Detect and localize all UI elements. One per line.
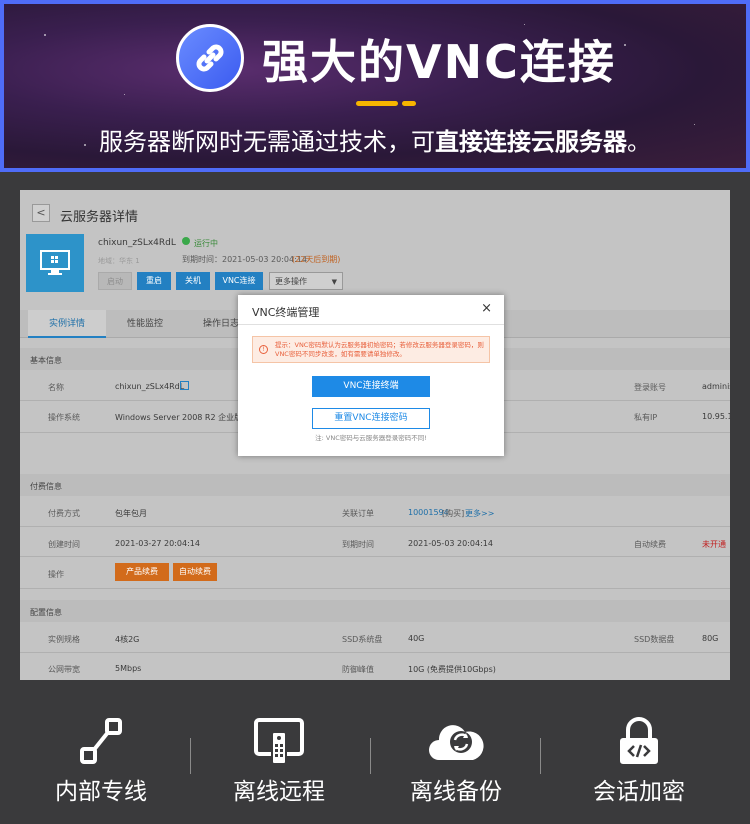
name-value: chixun_zSLx4RdL xyxy=(115,382,185,391)
vnc-button[interactable]: VNC连接 xyxy=(215,272,263,290)
op-label: 操作 xyxy=(48,570,64,579)
vnc-connect-button[interactable]: VNC连接终端 xyxy=(312,376,430,397)
monitor-icon xyxy=(26,234,84,292)
defense-value: 10G (免费提供10Gbps) xyxy=(408,665,496,674)
edit-icon[interactable] xyxy=(180,381,189,390)
auto-renew-status: 未开通 xyxy=(702,540,726,549)
renew-button[interactable]: 产品续费 xyxy=(115,563,169,581)
ip-label: 私有IP xyxy=(634,413,658,422)
chevron-down-icon: ▼ xyxy=(331,278,337,286)
banner-title: 强大的VNC连接 xyxy=(262,35,616,89)
reset-vnc-password-button[interactable]: 重置VNC连接密码 xyxy=(312,408,430,429)
expire-label: 到期时间 xyxy=(342,540,374,549)
remote-icon xyxy=(254,716,304,766)
restart-button[interactable]: 重启 xyxy=(137,272,171,290)
page-title: 云服务器详情 xyxy=(60,210,139,225)
tab-performance[interactable]: 性能监控 xyxy=(110,310,180,338)
banner: 强大的VNC连接 服务器断网时无需通过技术，可直接连接云服务器。 xyxy=(0,0,750,172)
dialog-note: 注: VNC密码与云服务器登录密码不同! xyxy=(315,434,427,442)
pay-label: 付费方式 xyxy=(48,509,80,518)
cloud-sync-icon xyxy=(427,716,485,766)
feature-private-line: 内部专线 xyxy=(26,716,176,806)
pay-value: 包年包月 xyxy=(115,509,147,518)
feature-offline-backup: 离线备份 xyxy=(381,716,531,806)
name-label: 名称 xyxy=(48,383,64,392)
expire-time: 到期时间：2021-05-03 20:04:14 xyxy=(182,255,307,264)
more-actions-select[interactable]: 更多操作 ▼ xyxy=(269,272,343,290)
bandwidth-label: 公网带宽 xyxy=(48,665,80,674)
tab-instance-detail[interactable]: 实例详情 xyxy=(28,310,106,338)
back-button[interactable]: < xyxy=(32,204,50,222)
vnc-dialog: VNC终端管理 × ! 提示：VNC密码默认为云服务器初始密码；若修改云服务器登… xyxy=(238,295,504,456)
status-dot xyxy=(182,237,190,245)
link-icon xyxy=(176,24,244,92)
instance-name: chixun_zSLx4RdL xyxy=(98,238,176,248)
order-tag: [购买] xyxy=(442,509,465,518)
section-billing: 付费信息 xyxy=(20,474,730,496)
order-label: 关联订单 xyxy=(342,509,374,518)
warning-icon: ! xyxy=(259,345,268,354)
defense-label: 防御峰值 xyxy=(342,665,374,674)
spec-value: 4核2G xyxy=(115,635,140,644)
expire-note: (22天后到期) xyxy=(292,255,341,264)
created-value: 2021-03-27 20:04:14 xyxy=(115,539,200,548)
console-screenshot: < 云服务器详情 chixun_zSLx4RdL 运行中 地域：华东 1 到期时… xyxy=(20,190,730,680)
ssd-sys-value: 40G xyxy=(408,634,425,643)
login-label: 登录账号 xyxy=(634,383,666,392)
os-label: 操作系统 xyxy=(48,413,80,422)
feature-session-encryption: 会话加密 xyxy=(564,716,714,806)
bandwidth-value: 5Mbps xyxy=(115,664,142,673)
dialog-tip: ! 提示：VNC密码默认为云服务器初始密码；若修改云服务器登录密码，则VNC密码… xyxy=(252,336,490,363)
order-more-link[interactable]: 更多>> xyxy=(465,508,494,519)
accent-dash-small xyxy=(402,101,416,106)
lock-code-icon xyxy=(614,716,664,766)
banner-subtitle: 服务器断网时无需通过技术，可直接连接云服务器。 xyxy=(99,128,651,156)
line-icon xyxy=(76,716,126,766)
spec-label: 实例规格 xyxy=(48,635,80,644)
auto-renew-button[interactable]: 自动续费 xyxy=(173,563,217,581)
status-badge: 运行中 xyxy=(194,239,218,248)
os-value: Windows Server 2008 R2 企业版 xyxy=(115,413,243,422)
ssd-data-label: SSD数据盘 xyxy=(634,635,675,644)
accent-dash xyxy=(356,101,398,106)
dialog-title: VNC终端管理 xyxy=(252,306,320,319)
expire-value: 2021-05-03 20:04:14 xyxy=(408,539,493,548)
ssd-data-value: 80G xyxy=(702,634,719,643)
start-button[interactable]: 启动 xyxy=(98,272,132,290)
feature-offline-remote: 离线远程 xyxy=(204,716,354,806)
section-config: 配置信息 xyxy=(20,600,730,622)
auto-renew-label: 自动续费 xyxy=(634,540,666,549)
ip-value: 10.95.16 xyxy=(702,412,730,421)
close-icon[interactable]: × xyxy=(481,301,492,316)
ssd-sys-label: SSD系统盘 xyxy=(342,635,383,644)
instance-sub-info: 地域：华东 1 xyxy=(98,257,140,265)
shutdown-button[interactable]: 关机 xyxy=(176,272,210,290)
login-value: administ xyxy=(702,382,730,391)
created-label: 创建时间 xyxy=(48,540,80,549)
